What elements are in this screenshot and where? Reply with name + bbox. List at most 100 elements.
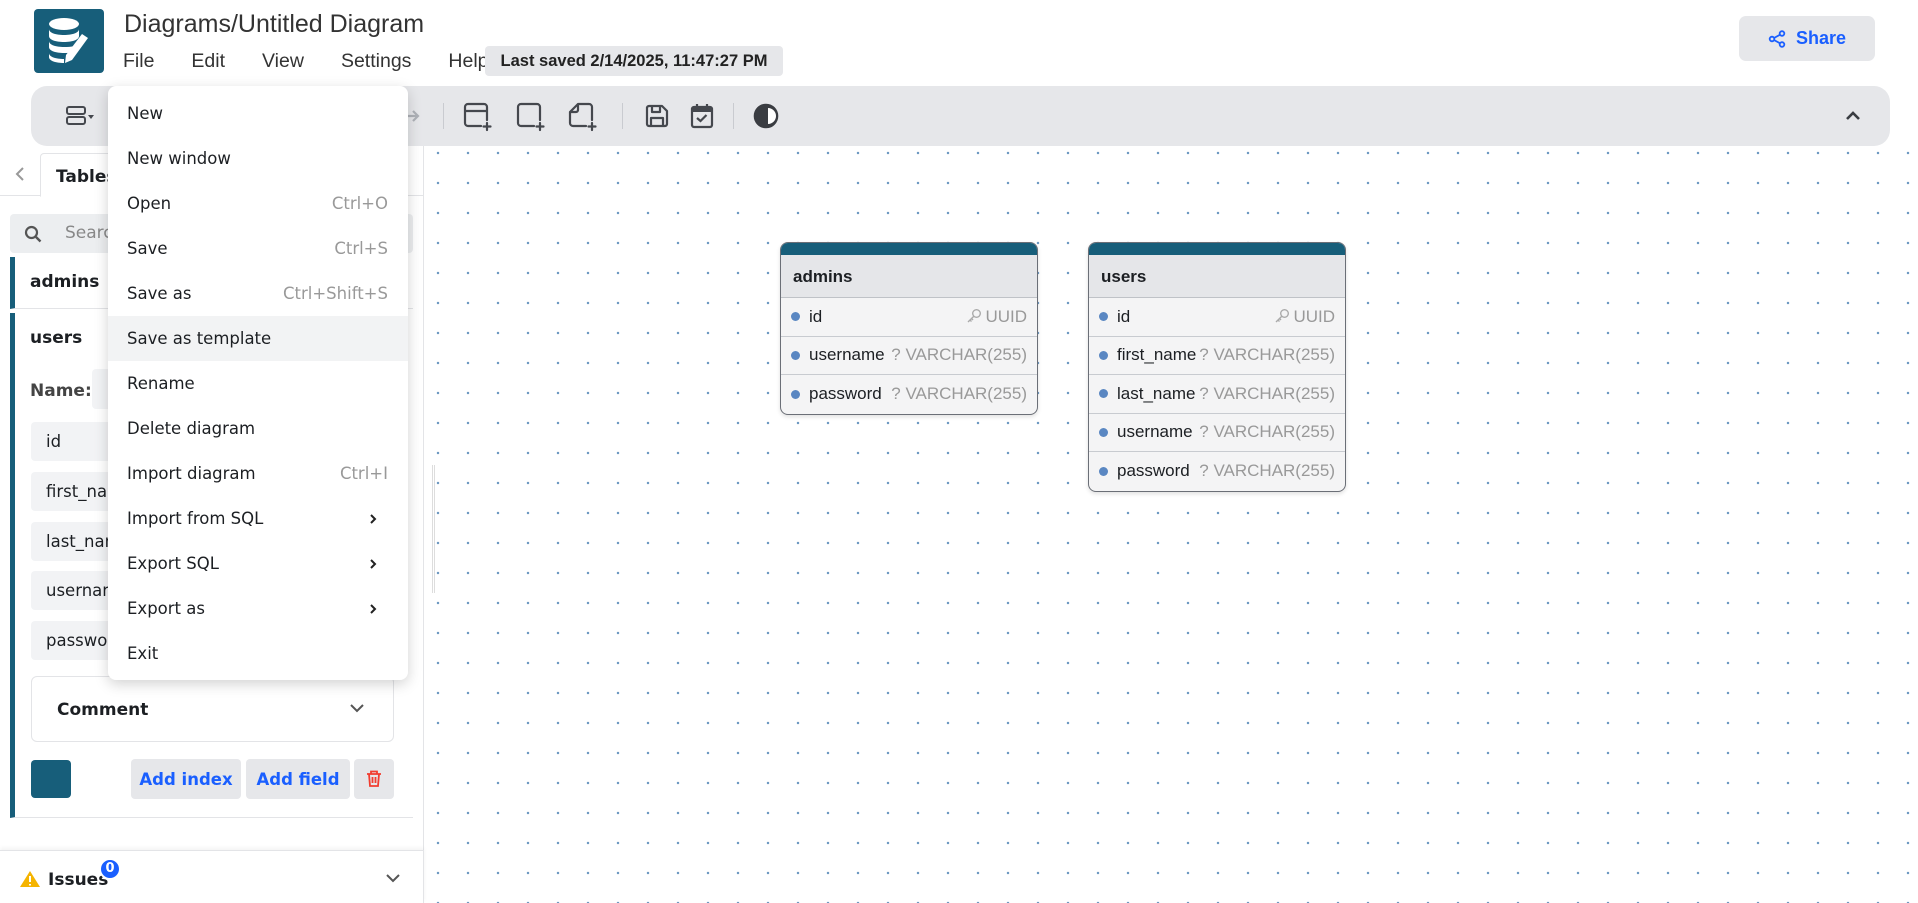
menu-item[interactable]: Import from SQL <box>108 496 408 541</box>
color-picker-button[interactable] <box>31 760 71 798</box>
table-title: users <box>1089 255 1345 298</box>
table-field-row[interactable]: password ? VARCHAR(255) <box>1089 452 1345 491</box>
chevron-left-icon <box>15 167 24 181</box>
todo-icon <box>690 104 714 129</box>
add-table-button[interactable] <box>461 100 493 132</box>
table-title: admins <box>781 255 1037 298</box>
theme-toggle[interactable] <box>750 100 782 132</box>
menu-item-label: Export as <box>127 599 205 618</box>
menu-item[interactable]: Save as Ctrl+Shift+S <box>108 271 408 316</box>
menu-item[interactable]: Open Ctrl+O <box>108 181 408 226</box>
field-name: id <box>809 306 823 326</box>
menu-item-label: Save as <box>127 284 192 303</box>
field-name: password <box>809 384 882 404</box>
menu-item[interactable]: Save Ctrl+S <box>108 226 408 271</box>
share-label: Share <box>1795 28 1847 48</box>
table-name: admins <box>30 272 100 292</box>
add-area-icon <box>516 102 545 132</box>
field-dot <box>1099 312 1108 322</box>
field-type: ? VARCHAR(255) <box>1199 422 1335 442</box>
database-edit-icon <box>49 18 88 63</box>
field-dot <box>1099 350 1108 360</box>
table-field-row[interactable]: username ? VARCHAR(255) <box>1089 414 1345 452</box>
table-field-row[interactable]: password ? VARCHAR(255) <box>781 375 1037 414</box>
field-name: username <box>809 345 885 365</box>
share-button[interactable]: Share <box>1739 16 1875 61</box>
menu-item-label: Open <box>127 194 172 213</box>
todo-button[interactable] <box>686 100 718 132</box>
key-icon <box>967 308 982 323</box>
menu-item-shortcut: Ctrl+Shift+S <box>283 284 388 303</box>
menu-edit[interactable]: Edit <box>191 50 225 73</box>
table-name[interactable]: users <box>30 328 82 348</box>
comment-label: Comment <box>57 700 149 720</box>
field-dot <box>791 389 800 399</box>
menu-item[interactable]: Rename <box>108 361 408 406</box>
canvas-table-users[interactable]: users id UUID first_name? VARCHAR(255) last… <box>1088 242 1346 492</box>
menu-item-label: New window <box>127 149 231 168</box>
table-field-row[interactable]: first_name? VARCHAR(255) <box>1089 337 1345 375</box>
add-index-button[interactable]: Add index <box>131 759 241 799</box>
field-dot <box>791 350 800 360</box>
field-name: last_name <box>1117 383 1196 403</box>
table-field-row[interactable]: username ? VARCHAR(255) <box>781 337 1037 375</box>
add-field-button[interactable]: Add field <box>246 759 350 799</box>
field-type: ? VARCHAR(255) <box>1199 345 1335 365</box>
menu-item-label: Save <box>127 239 168 258</box>
canvas-table-admins[interactable]: admins id UUID username ? VARCHAR(255) passw… <box>780 242 1038 415</box>
add-note-button[interactable] <box>566 100 598 132</box>
collapse-toolbar-button[interactable] <box>1837 100 1869 132</box>
field-name: username <box>1117 422 1193 442</box>
field-type: ? VARCHAR(255) <box>891 345 1027 365</box>
comment-collapse[interactable]: Comment <box>31 676 394 742</box>
last-saved-badge: Last saved 2/14/2025, 11:47:27 PM <box>485 46 783 76</box>
sidebar-resize-handle[interactable] <box>432 465 435 593</box>
menu-item[interactable]: New window <box>108 136 408 181</box>
menu-item-label: Save as template <box>127 329 272 348</box>
menu-item-shortcut: Ctrl+I <box>339 464 388 483</box>
scroll-tabs-left-button[interactable] <box>12 165 28 187</box>
layout-button[interactable] <box>64 100 96 132</box>
save-button[interactable] <box>641 100 673 132</box>
menu-item-shortcut: Ctrl+S <box>334 239 388 258</box>
table-field-row[interactable]: last_name? VARCHAR(255) <box>1089 375 1345 414</box>
menu-item[interactable]: New <box>108 91 408 136</box>
menu-item-label: Import from SQL <box>127 509 264 528</box>
menu-item-shortcut: Ctrl+O <box>331 194 388 213</box>
menu-help[interactable]: Help <box>448 50 488 73</box>
menu-settings[interactable]: Settings <box>341 50 411 73</box>
trash-icon <box>367 770 381 787</box>
menu-item[interactable]: Delete diagram <box>108 406 408 451</box>
menu-item-label: Rename <box>127 374 195 393</box>
chevron-right-icon <box>370 558 377 569</box>
delete-table-button[interactable] <box>354 759 394 799</box>
field-dot <box>1099 466 1108 476</box>
field-name: password <box>1117 461 1190 481</box>
table-field-row[interactable]: id UUID <box>781 298 1037 337</box>
menu-view[interactable]: View <box>262 50 304 73</box>
field-name: id <box>1117 306 1131 326</box>
menu-item[interactable]: Export SQL <box>108 541 408 586</box>
table-field-row[interactable]: id UUID <box>1089 298 1345 337</box>
add-area-button[interactable] <box>514 100 546 132</box>
app-logo[interactable] <box>34 9 104 73</box>
menu-item[interactable]: Save as template <box>108 316 408 361</box>
menu-file[interactable]: File <box>123 50 154 73</box>
menu-item[interactable]: Exit <box>108 631 408 676</box>
field-type: ? VARCHAR(255) <box>1199 383 1335 403</box>
diagram-title[interactable]: Diagrams/Untitled Diagram <box>124 10 424 39</box>
menu-item[interactable]: Import diagram Ctrl+I <box>108 451 408 496</box>
chevron-down-icon <box>350 704 364 713</box>
add-note-icon <box>568 102 597 132</box>
menu-item-label: Exit <box>127 644 159 663</box>
menu-item-label: Export SQL <box>127 554 219 573</box>
warning-icon <box>20 871 40 887</box>
field-type: ? VARCHAR(255) <box>1199 461 1335 481</box>
menu-item-label: Import diagram <box>127 464 256 483</box>
menu-item[interactable]: Export as <box>108 586 408 631</box>
name-label: Name: <box>30 381 92 401</box>
issues-panel[interactable]: Issues 0 <box>0 850 424 903</box>
field-dot <box>1099 389 1108 399</box>
save-icon <box>645 104 669 128</box>
share-icon <box>1768 29 1786 48</box>
